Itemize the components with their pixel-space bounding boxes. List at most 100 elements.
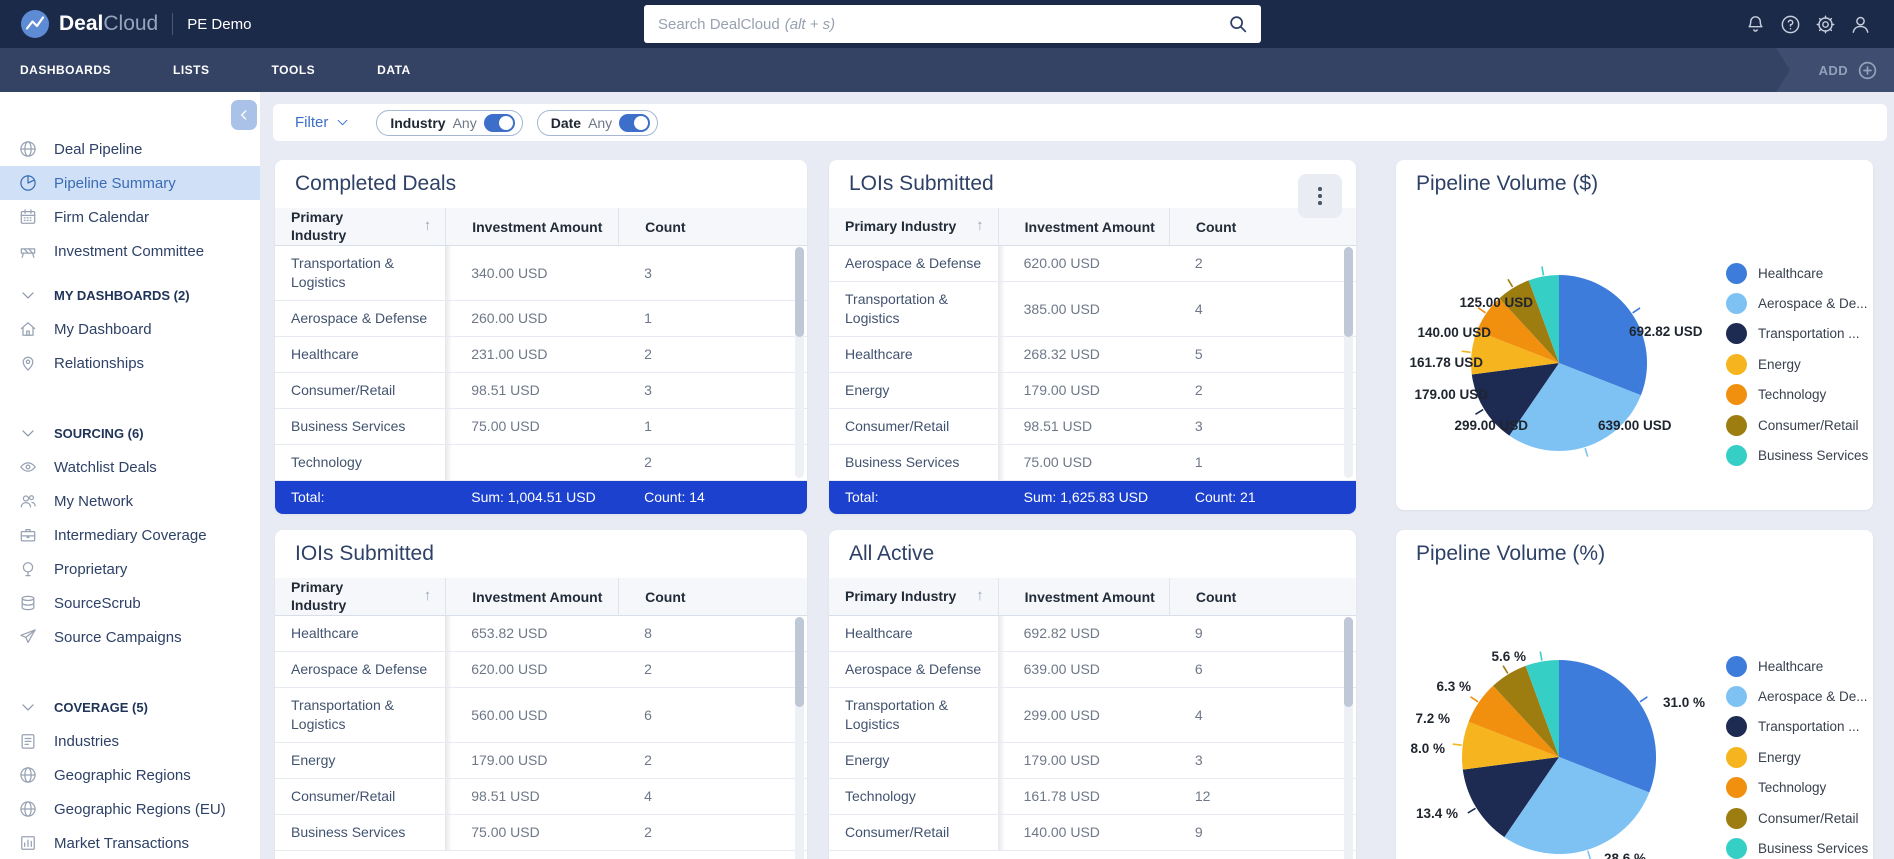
sidebar-item-my-dashboard[interactable]: My Dashboard — [0, 312, 260, 346]
scrollbar-thumb[interactable] — [795, 617, 804, 707]
table-row[interactable]: Transportation & Logistics 385.00 USD 4 — [829, 282, 1356, 337]
sidebar-item-market-transactions[interactable]: Market Transactions — [0, 826, 260, 859]
search-input[interactable]: Search DealCloud (alt + s) — [644, 5, 1261, 43]
pie-value-label: 299.00 USD — [1454, 418, 1528, 433]
card-title: Completed Deals — [295, 172, 457, 195]
card-title: All Active — [849, 542, 935, 565]
sidebar-item-sourcescrub[interactable]: SourceScrub — [0, 586, 260, 620]
table-row[interactable]: Business Services 75.00 USD 2 — [275, 815, 807, 851]
table-row[interactable]: Energy 179.00 USD 2 — [829, 373, 1356, 409]
sidebar-section-coverage-5[interactable]: COVERAGE (5) — [0, 690, 260, 724]
table-row[interactable]: Consumer/Retail 98.51 USD 3 — [829, 409, 1356, 445]
sort-arrow-icon[interactable]: ↑ — [424, 587, 432, 606]
table-scrollbar[interactable] — [795, 247, 804, 478]
sort-arrow-icon[interactable]: ↑ — [976, 217, 984, 236]
sidebar-item-industries[interactable]: Industries — [0, 724, 260, 758]
user-icon[interactable] — [1849, 13, 1872, 36]
sidebar-item-intermediary-coverage[interactable]: Intermediary Coverage — [0, 518, 260, 552]
column-header[interactable]: Primary Industry — [291, 579, 363, 614]
sidebar-section-my-dashboards-2[interactable]: MY DASHBOARDS (2) — [0, 278, 260, 312]
filter-dropdown[interactable]: Filter — [295, 114, 350, 131]
table-row[interactable]: Transportation & Logistics 340.00 USD 3 — [275, 246, 807, 301]
amount-cell: 231.00 USD — [445, 337, 619, 373]
dealcloud-logo[interactable]: DealCloud — [20, 9, 158, 39]
sidebar-item-relationships[interactable]: Relationships — [0, 346, 260, 380]
table-row[interactable]: Energy 179.00 USD 3 — [829, 743, 1356, 779]
column-header[interactable]: Primary Industry — [845, 588, 956, 606]
search-icon[interactable] — [1227, 13, 1249, 35]
table-scrollbar[interactable] — [795, 617, 804, 859]
table-row[interactable]: Aerospace & Defense 639.00 USD 6 — [829, 652, 1356, 688]
table-row[interactable]: Business Services 75.00 USD 1 — [275, 409, 807, 445]
workspace-name: PE Demo — [187, 15, 252, 33]
sort-arrow-icon[interactable]: ↑ — [424, 217, 432, 236]
column-header[interactable]: Investment Amount — [997, 578, 1169, 616]
nav-item-lists[interactable]: LISTS — [173, 63, 210, 77]
date-toggle[interactable] — [619, 113, 651, 132]
column-header[interactable]: Count — [618, 578, 807, 616]
scrollbar-thumb[interactable] — [1344, 247, 1353, 337]
column-header[interactable]: Count — [1168, 578, 1356, 616]
industry-toggle[interactable] — [483, 113, 515, 132]
table-row[interactable]: Aerospace & Defense 620.00 USD 2 — [275, 652, 807, 688]
sidebar-item-label: Watchlist Deals — [54, 458, 157, 476]
sidebar-item-proprietary[interactable]: Proprietary — [0, 552, 260, 586]
table-row[interactable]: Technology 161.78 USD 12 — [829, 779, 1356, 815]
table-row[interactable]: Technology 2 — [275, 445, 807, 481]
database-icon — [18, 593, 38, 613]
column-header[interactable]: Investment Amount — [445, 208, 619, 246]
amount-cell: 299.00 USD — [997, 688, 1169, 743]
scrollbar-thumb[interactable] — [795, 247, 804, 337]
sort-arrow-icon[interactable]: ↑ — [976, 587, 984, 606]
table-scrollbar[interactable] — [1344, 247, 1353, 478]
table-row[interactable]: Energy 179.00 USD 2 — [275, 743, 807, 779]
table-row[interactable]: Consumer/Retail 98.51 USD 3 — [275, 373, 807, 409]
table-row[interactable]: Consumer/Retail 140.00 USD 9 — [829, 815, 1356, 851]
gear-icon[interactable] — [1814, 13, 1837, 36]
nav-item-tools[interactable]: TOOLS — [272, 63, 316, 77]
sidebar-item-my-network[interactable]: My Network — [0, 484, 260, 518]
sidebar-item-geographic-regions[interactable]: Geographic Regions — [0, 758, 260, 792]
legend-dot — [1726, 807, 1747, 829]
sidebar-item-label: My Network — [54, 492, 134, 510]
bell-icon[interactable] — [1744, 13, 1767, 36]
sidebar-item-watchlist-deals[interactable]: Watchlist Deals — [0, 450, 260, 484]
table-row[interactable]: Aerospace & Defense 260.00 USD 1 — [275, 301, 807, 337]
sidebar-item-investment-committee[interactable]: Investment Committee — [0, 234, 260, 268]
column-header[interactable]: Count — [618, 208, 807, 246]
total-label: Total: — [291, 489, 325, 505]
column-header[interactable]: Primary Industry — [291, 209, 363, 244]
card-menu-button[interactable] — [1298, 174, 1342, 218]
add-button[interactable]: ADD — [1776, 48, 1894, 92]
column-header[interactable]: Primary Industry — [845, 218, 956, 236]
pie-value-label: 639.00 USD — [1598, 418, 1672, 433]
nav-item-dashboards[interactable]: DASHBOARDS — [20, 63, 111, 77]
pipeline-volume-dollar-card: Pipeline Volume ($) 692.82 USD 639.00 USD… — [1396, 160, 1873, 510]
table-row[interactable]: Healthcare 268.32 USD 5 — [829, 337, 1356, 373]
table-scrollbar[interactable] — [1344, 617, 1353, 859]
industry-cell: Business Services — [275, 409, 453, 445]
column-header[interactable]: Investment Amount — [445, 578, 619, 616]
table-row[interactable]: Consumer/Retail 98.51 USD 4 — [275, 779, 807, 815]
table-row[interactable]: Aerospace & Defense 620.00 USD 2 — [829, 246, 1356, 282]
sidebar-item-geographic-regions-eu[interactable]: Geographic Regions (EU) — [0, 792, 260, 826]
table-row[interactable]: Healthcare 231.00 USD 2 — [275, 337, 807, 373]
scrollbar-thumb[interactable] — [1344, 617, 1353, 707]
table-row[interactable]: Healthcare 692.82 USD 9 — [829, 616, 1356, 652]
table-row[interactable]: Business Services 75.00 USD 1 — [829, 445, 1356, 481]
sidebar-collapse-button[interactable] — [231, 100, 257, 130]
sidebar-section-sourcing-6[interactable]: SOURCING (6) — [0, 416, 260, 450]
table-row[interactable]: Healthcare 653.82 USD 8 — [275, 616, 807, 652]
sidebar-item-pipeline-summary[interactable]: Pipeline Summary — [0, 166, 260, 200]
help-icon[interactable] — [1779, 13, 1802, 36]
sidebar-item-source-campaigns[interactable]: Source Campaigns — [0, 620, 260, 654]
nav-item-data[interactable]: DATA — [377, 63, 411, 77]
amount-cell: 140.00 USD — [997, 815, 1169, 851]
table-row[interactable]: Transportation & Logistics 299.00 USD 4 — [829, 688, 1356, 743]
column-header[interactable]: Investment Amount — [997, 208, 1169, 246]
sidebar-item-label: Pipeline Summary — [54, 174, 176, 192]
table-row[interactable]: Transportation & Logistics 560.00 USD 6 — [275, 688, 807, 743]
all-active-card: All Active Primary Industry ↑ Investment … — [829, 530, 1356, 859]
sidebar-item-firm-calendar[interactable]: Firm Calendar — [0, 200, 260, 234]
sidebar-item-deal-pipeline[interactable]: Deal Pipeline — [0, 132, 260, 166]
